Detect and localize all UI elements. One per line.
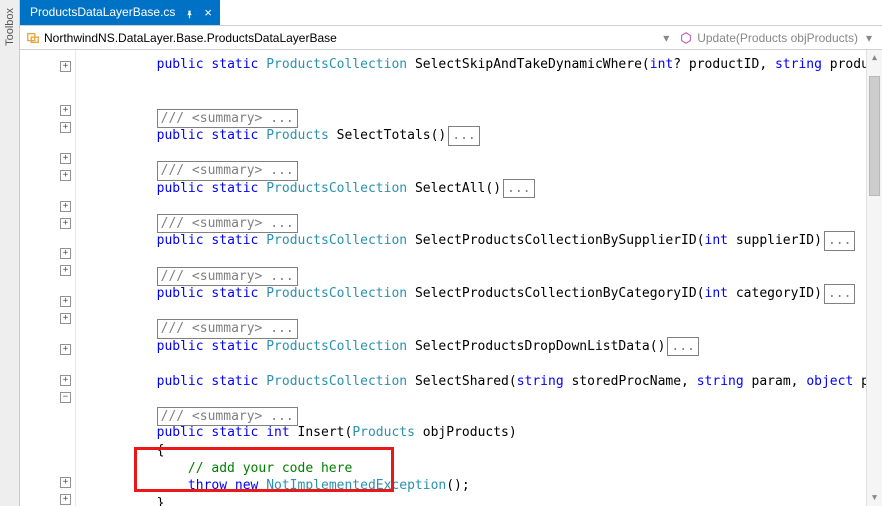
fold-toggle[interactable]: + [60,296,71,307]
editor-gutter: + + + + + + + + + + + + + [20,50,76,506]
fold-toggle[interactable]: + [60,344,71,355]
close-icon[interactable]: × [204,6,212,19]
fold-toggle[interactable]: + [60,170,71,181]
tab-label: ProductsDataLayerBase.cs [30,5,175,19]
fold-toggle[interactable]: + [60,153,71,164]
fold-toggle[interactable]: − [60,392,71,403]
fold-toggle[interactable]: + [60,218,71,229]
fold-toggle[interactable]: + [60,105,71,116]
pin-icon[interactable] [185,8,194,17]
member-selector[interactable]: Update(Products objProducts) [697,31,858,45]
fold-toggle[interactable]: + [60,375,71,386]
fold-toggle[interactable]: + [60,477,71,488]
fold-toggle[interactable]: + [60,122,71,133]
fold-toggle[interactable]: + [60,61,71,72]
method-icon [679,31,693,45]
type-dropdown-icon[interactable]: ▾ [659,31,673,45]
fold-toggle[interactable]: + [60,494,71,505]
scroll-thumb[interactable] [869,76,880,196]
scroll-up-icon[interactable]: ▴ [867,50,882,66]
tab-active[interactable]: ProductsDataLayerBase.cs × [20,0,220,25]
highlight-box [134,447,394,492]
toolbox-panel[interactable]: Toolbox [0,0,20,506]
fold-toggle[interactable]: + [60,313,71,324]
code-editor[interactable]: public static ProductsCollection SelectS… [76,50,866,506]
vertical-scrollbar[interactable]: ▴ ▾ [866,50,882,506]
fold-toggle[interactable]: + [60,201,71,212]
class-icon [26,31,40,45]
member-dropdown-icon[interactable]: ▾ [862,31,876,45]
type-nav-bar: NorthwindNS.DataLayer.Base.ProductsDataL… [20,26,882,50]
fold-toggle[interactable]: + [60,265,71,276]
scroll-down-icon[interactable]: ▾ [867,490,882,506]
type-breadcrumb[interactable]: NorthwindNS.DataLayer.Base.ProductsDataL… [44,31,337,45]
tab-bar: ProductsDataLayerBase.cs × [20,0,882,26]
fold-toggle[interactable]: + [60,248,71,259]
toolbox-label: Toolbox [4,8,16,46]
